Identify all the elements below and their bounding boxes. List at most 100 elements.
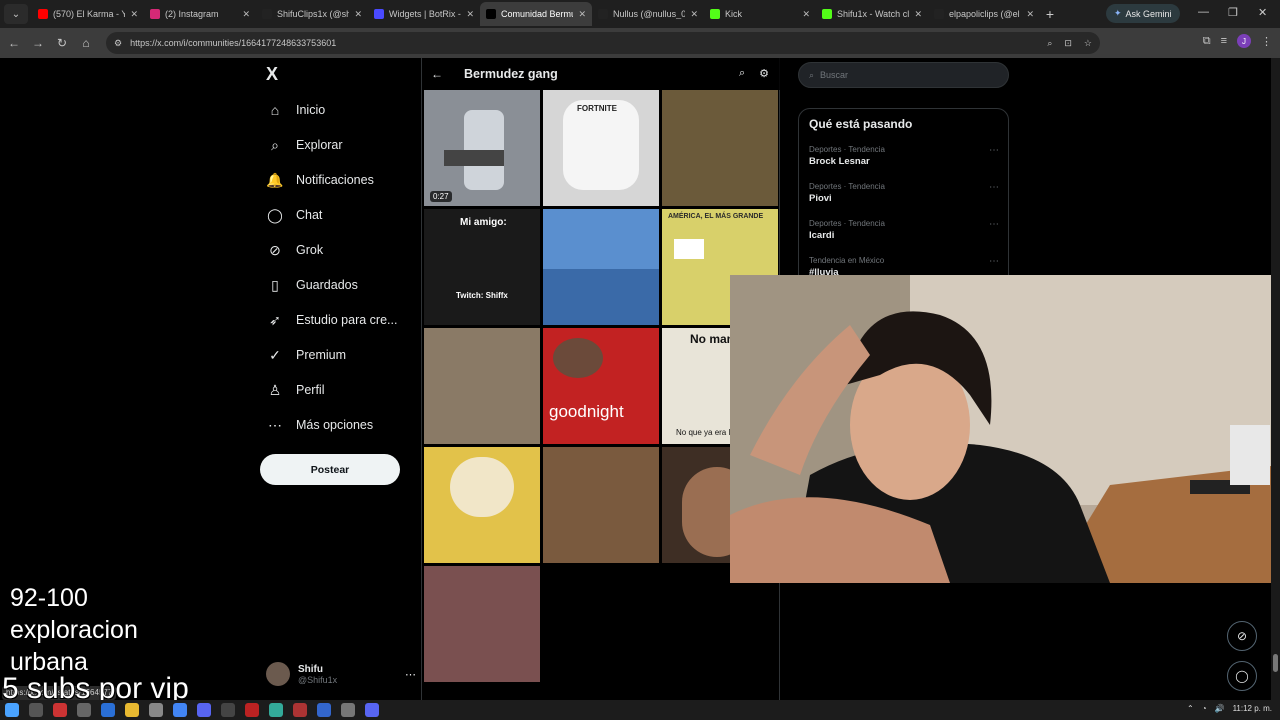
sidebar-item-chat[interactable]: ◯ Chat [266,200,322,230]
close-tab-icon[interactable]: ✕ [802,9,810,20]
install-icon[interactable]: ⊡ [1064,38,1072,49]
app-icon[interactable] [317,703,331,717]
scrollbar-thumb[interactable] [1273,654,1278,672]
browser-menu-icon[interactable]: ⋮ [1261,35,1272,48]
media-thumbnail[interactable]: 0:27 [424,90,540,206]
x-logo[interactable]: X [266,64,278,85]
media-thumbnail[interactable] [424,328,540,444]
sidebar-item-bookmark[interactable]: ▯ Guardados [266,270,358,300]
app-icon[interactable] [269,703,283,717]
browser-tab[interactable]: (570) El Karma - Y ✕ [32,2,144,26]
page-scrollbar[interactable] [1271,58,1280,700]
start-icon[interactable] [5,703,19,717]
network-icon[interactable]: ◔ [1202,704,1207,713]
search-taskbar-icon[interactable] [29,703,43,717]
trend-item[interactable]: Deportes · Tendencia Icardi ⋯ [809,219,999,241]
close-tab-icon[interactable]: ✕ [466,9,474,20]
messages-float-button[interactable]: ◯ [1227,661,1257,691]
back-arrow-icon[interactable]: ← [422,67,452,81]
browser-tab[interactable]: Widgets | BotRix - ✕ [368,2,480,26]
media-thumbnail[interactable]: Mi amigo: Twitch: Shiffx [424,209,540,325]
browser-tab[interactable]: ShifuClips1x (@sh ✕ [256,2,368,26]
sidebar-item-grok[interactable]: ⊘ Grok [266,235,323,265]
app-icon[interactable] [53,703,67,717]
more-icon[interactable]: ⋯ [405,668,416,681]
community-media-column: ← Bermudez gang ⌕ ⚙ 0:27 FORTNITE Mi amigo… [421,58,781,700]
media-thumbnail[interactable] [543,447,659,563]
browser-tab[interactable]: Nullus (@nullus_0 ✕ [592,2,704,26]
app-icon[interactable] [341,703,355,717]
browser-tab[interactable]: Kick ✕ [704,2,816,26]
sidebar-item-home[interactable]: ⌂ Inicio [266,95,325,125]
profile-avatar[interactable]: J [1237,34,1251,48]
home-browser-icon[interactable]: ⌂ [74,36,98,50]
app-icon[interactable] [293,703,307,717]
media-thumbnail[interactable] [424,447,540,563]
sidebar-item-rocket[interactable]: ➶ Estudio para cre... [266,305,397,335]
new-tab-button[interactable]: + [1040,6,1060,22]
more-icon[interactable]: ⋯ [989,219,999,230]
more-icon[interactable]: ⋯ [989,145,999,156]
media-thumbnail[interactable] [424,566,540,682]
grok-float-button[interactable]: ⊘ [1227,621,1257,651]
sidebar-item-profile[interactable]: ♙ Perfil [266,375,325,405]
sidebar-item-bell[interactable]: 🔔 Notificaciones [266,165,374,195]
chrome-icon[interactable] [173,703,187,717]
forward-icon[interactable]: → [26,36,50,50]
trend-item[interactable]: Deportes · Tendencia Piovi ⋯ [809,182,999,204]
back-icon[interactable]: ← [2,36,26,50]
close-window-icon[interactable]: ✕ [1258,6,1267,19]
minimize-icon[interactable]: — [1198,6,1209,18]
folder-icon[interactable] [125,703,139,717]
close-tab-icon[interactable]: ✕ [354,9,362,20]
tab-search-button[interactable]: ⌄ [4,4,28,24]
close-tab-icon[interactable]: ✕ [130,9,138,20]
app-icon[interactable] [221,703,235,717]
site-info-icon[interactable]: ⚙ [114,38,122,49]
extensions-icon[interactable]: ⧉ [1203,35,1211,48]
media-thumbnail[interactable] [543,209,659,325]
account-switcher[interactable]: Shifu @Shifu1x ⋯ [266,658,416,690]
sidebar-item-more[interactable]: ⋯ Más opciones [266,410,373,440]
more-icon[interactable]: ⋯ [989,182,999,193]
stream-overlay-text: 92-100 exploracion urbana [10,582,138,678]
steam-icon[interactable] [77,703,91,717]
close-tab-icon[interactable]: ✕ [914,9,922,20]
close-tab-icon[interactable]: ✕ [578,9,586,20]
reading-list-icon[interactable]: ≡ [1221,35,1227,47]
reload-icon[interactable]: ↻ [50,36,74,50]
browser-tab[interactable]: elpapoliclips (@el ✕ [928,2,1040,26]
trend-item[interactable]: Deportes · Tendencia Brock Lesnar ⋯ [809,145,999,167]
clock[interactable]: 11:12 p. m. [1233,704,1272,713]
close-tab-icon[interactable]: ✕ [242,9,250,20]
zoom-icon[interactable]: ⌕ [1047,38,1052,49]
media-thumbnail[interactable]: goodnight [543,328,659,444]
app-icon[interactable] [149,703,163,717]
tab-title: elpapoliclips (@el [949,9,1020,19]
app-icon[interactable] [245,703,259,717]
bookmark-star-icon[interactable]: ☆ [1084,38,1092,49]
search-input[interactable]: ⌕ Buscar [798,62,1009,88]
more-icon[interactable]: ⋯ [989,256,999,267]
tray-chevron-icon[interactable]: ⌃ [1187,704,1194,713]
discord-icon[interactable] [197,703,211,717]
volume-icon[interactable]: 🔊 [1215,704,1225,713]
app-icon[interactable] [101,703,115,717]
browser-tab[interactable]: Shifu1x - Watch cl ✕ [816,2,928,26]
browser-tab[interactable]: (2) Instagram ✕ [144,2,256,26]
settings-icon[interactable]: ⚙ [759,67,769,80]
app-icon[interactable] [365,703,379,717]
restore-icon[interactable]: ❐ [1228,6,1238,19]
search-icon[interactable]: ⌕ [739,67,745,80]
ask-gemini-button[interactable]: ✦ Ask Gemini [1106,4,1180,23]
close-tab-icon[interactable]: ✕ [1026,9,1034,20]
sidebar-item-search[interactable]: ⌕ Explorar [266,130,342,160]
close-tab-icon[interactable]: ✕ [690,9,698,20]
sidebar-item-premium[interactable]: ✓ Premium [266,340,346,370]
media-thumbnail[interactable] [662,90,778,206]
media-thumbnail[interactable]: FORTNITE [543,90,659,206]
post-button[interactable]: Postear [260,454,400,485]
browser-tab[interactable]: Comunidad Bermu ✕ [480,2,592,26]
url-bar[interactable]: ⚙ https://x.com/i/communities/1664177248… [106,32,1100,54]
address-toolbar: ← → ↻ ⌂ ⚙ https://x.com/i/communities/16… [0,28,1280,58]
